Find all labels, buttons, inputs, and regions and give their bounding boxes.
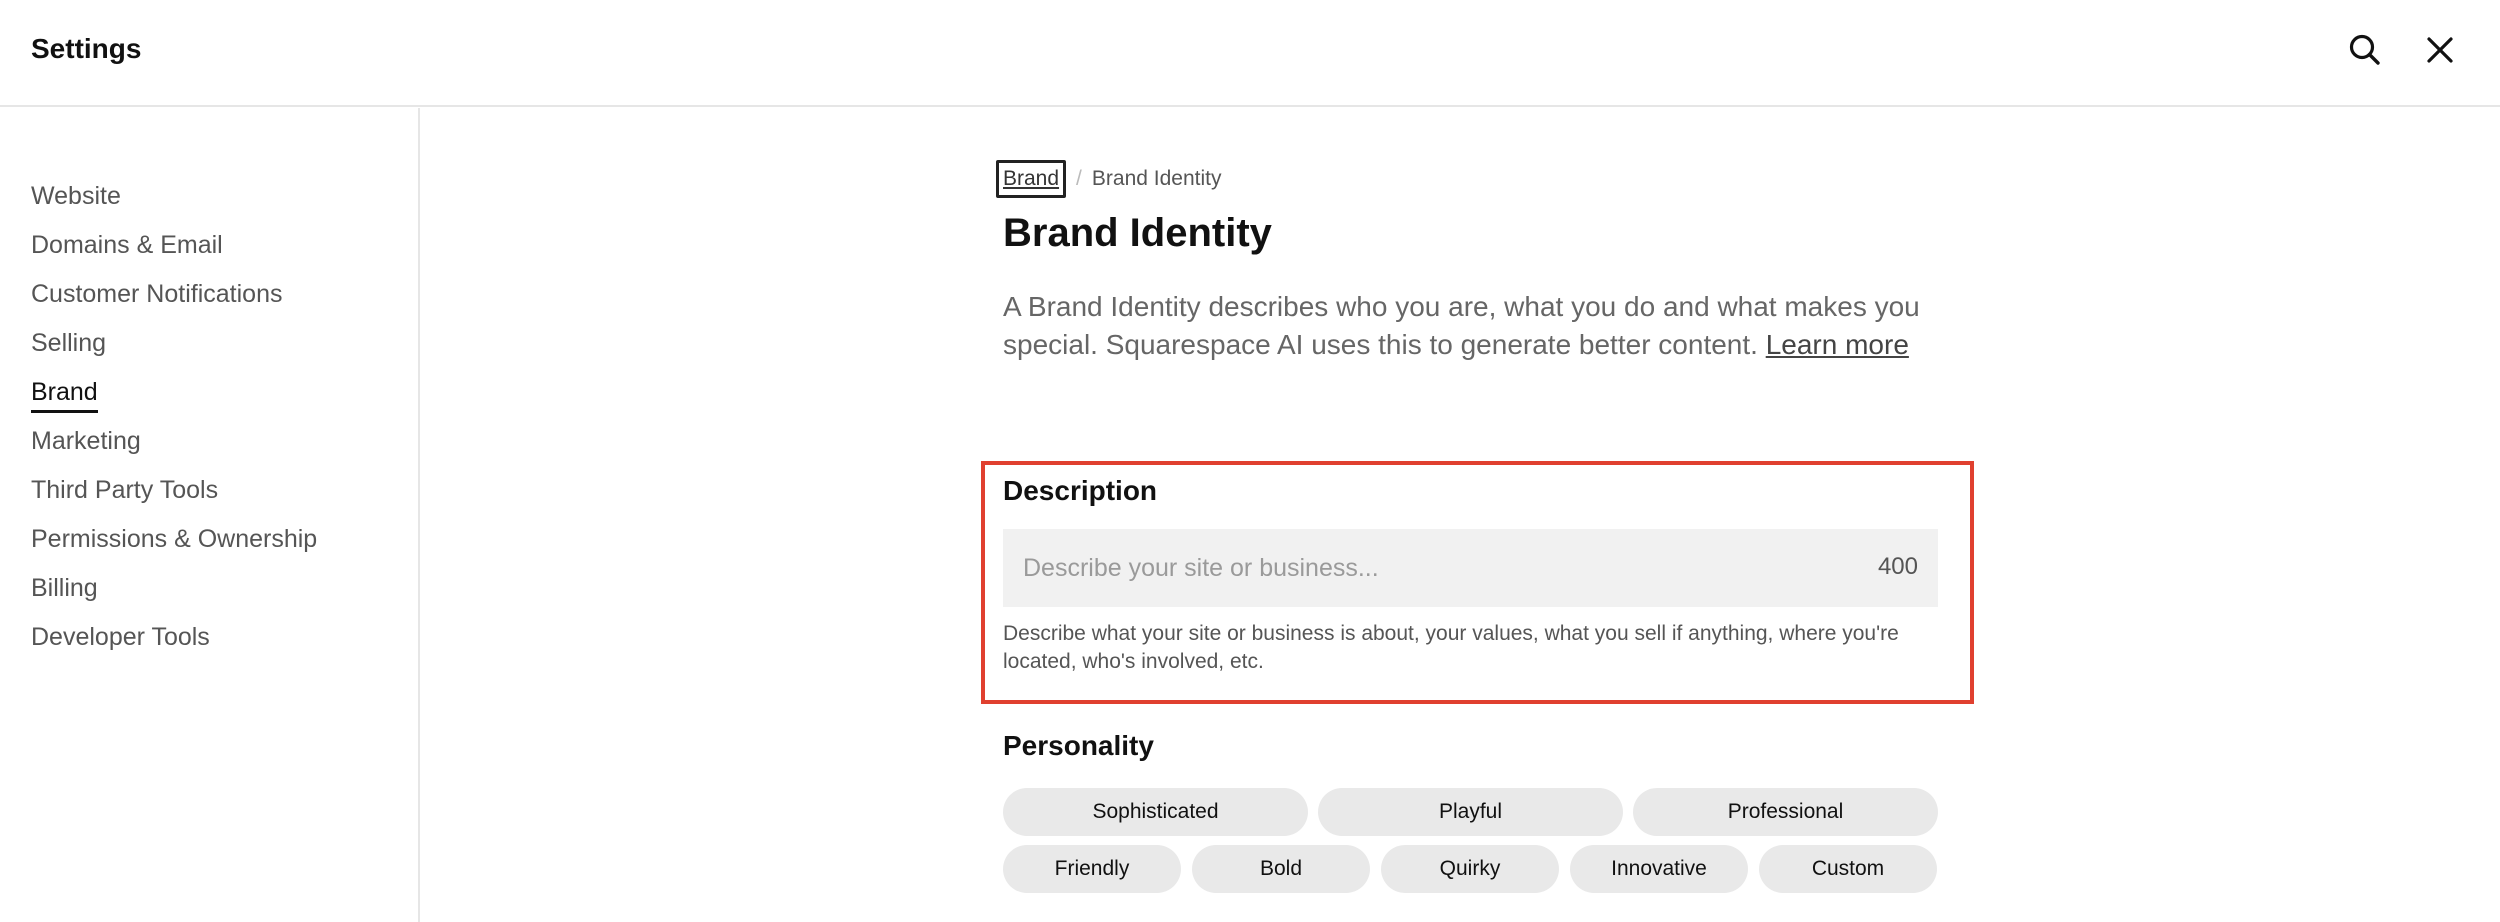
sidebar-item-website[interactable]: Website	[31, 172, 317, 221]
breadcrumb: Brand / Brand Identity	[996, 160, 1222, 198]
sidebar-item-brand[interactable]: Brand	[31, 368, 317, 417]
top-bar: Settings	[0, 0, 2500, 107]
description-section: Description 400 Describe what your site …	[981, 461, 1974, 704]
sidebar-item-developer-tools[interactable]: Developer Tools	[31, 613, 317, 662]
personality-chip-playful[interactable]: Playful	[1318, 788, 1623, 836]
sidebar-item-domains-email[interactable]: Domains & Email	[31, 221, 317, 270]
description-label: Description	[1003, 475, 1158, 506]
close-icon[interactable]	[2420, 30, 2460, 70]
personality-chip-quirky[interactable]: Quirky	[1381, 845, 1559, 893]
app-title: Settings	[31, 33, 142, 64]
personality-chip-row-2: Friendly Bold Quirky Innovative Custom	[1003, 845, 1948, 893]
personality-chip-friendly[interactable]: Friendly	[1003, 845, 1181, 893]
search-icon[interactable]	[2345, 30, 2385, 70]
breadcrumb-brand-link[interactable]: Brand	[996, 160, 1067, 198]
personality-chip-row-1: Sophisticated Playful Professional	[1003, 788, 1948, 836]
settings-nav-list: Website Domains & Email Customer Notific…	[31, 172, 317, 662]
intro-text: A Brand Identity describes who you are, …	[1003, 288, 1963, 364]
personality-chip-sophisticated[interactable]: Sophisticated	[1003, 788, 1308, 836]
settings-sidebar: Website Domains & Email Customer Notific…	[0, 108, 420, 922]
sidebar-item-customer-notifications[interactable]: Customer Notifications	[31, 270, 317, 319]
breadcrumb-separator: /	[1076, 167, 1082, 190]
personality-chip-bold[interactable]: Bold	[1192, 845, 1370, 893]
sidebar-item-third-party-tools[interactable]: Third Party Tools	[31, 466, 317, 515]
sidebar-item-permissions-ownership[interactable]: Permissions & Ownership	[31, 515, 317, 564]
description-char-count: 400	[1877, 553, 1918, 580]
sidebar-item-billing[interactable]: Billing	[31, 564, 317, 613]
description-field-wrap: 400	[1003, 529, 1938, 607]
personality-chip-custom[interactable]: Custom	[1759, 845, 1937, 893]
learn-more-link[interactable]: Learn more	[1766, 329, 1909, 360]
personality-chip-innovative[interactable]: Innovative	[1570, 845, 1748, 893]
personality-chip-professional[interactable]: Professional	[1633, 788, 1938, 836]
sidebar-item-selling[interactable]: Selling	[31, 319, 317, 368]
description-help-text: Describe what your site or business is a…	[1003, 622, 1899, 673]
breadcrumb-current: Brand Identity	[1091, 167, 1222, 190]
sidebar-item-marketing[interactable]: Marketing	[31, 417, 317, 466]
personality-label: Personality	[1003, 730, 1154, 761]
description-input[interactable]	[1003, 529, 1938, 607]
page-title: Brand Identity	[1003, 211, 1272, 255]
